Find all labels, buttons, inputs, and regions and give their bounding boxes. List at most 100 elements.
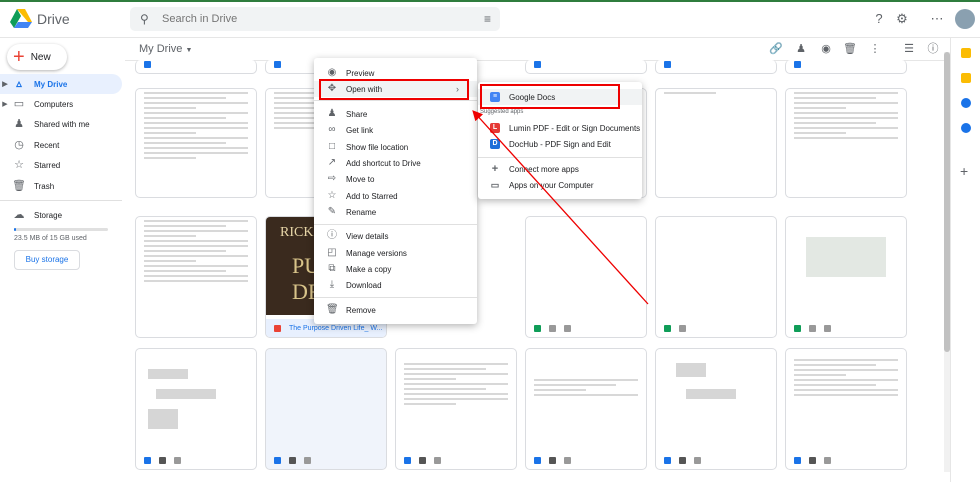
new-button-label: New <box>30 51 51 63</box>
help-icon[interactable]: ? <box>871 11 887 27</box>
sidebar-item-label: Recent <box>34 140 60 150</box>
apps-grid-icon[interactable]: ⋯ <box>929 11 945 27</box>
suggested-apps-label: Suggested apps <box>480 109 524 115</box>
menu-item-move-to[interactable]: ⇨ Move to <box>314 171 477 187</box>
menu-item-label: Rename <box>346 207 377 217</box>
file-card[interactable] <box>785 88 907 198</box>
top-accent-line <box>0 0 980 2</box>
submenu-item-label: Connect more apps <box>509 164 579 174</box>
search-box[interactable]: ⚲ ≡ <box>130 7 500 31</box>
menu-divider <box>314 100 477 101</box>
menu-item-label: Show file location <box>346 142 409 152</box>
submenu-divider <box>478 157 642 158</box>
sidebar-divider <box>0 200 122 201</box>
link-icon[interactable]: 🔗 <box>769 42 783 56</box>
sidebar-item-shared[interactable]: ♟ Shared with me <box>0 114 122 134</box>
search-options-icon[interactable]: ≡ <box>484 12 491 26</box>
menu-item-rename[interactable]: ✎ Rename <box>314 204 477 220</box>
search-input[interactable] <box>162 13 462 25</box>
eye-icon: ◉ <box>327 67 337 78</box>
settings-gear-icon[interactable]: ⚙ <box>894 11 910 27</box>
file-card[interactable] <box>655 60 777 74</box>
menu-item-download[interactable]: ⤓ Download <box>314 277 477 293</box>
menu-item-make-copy[interactable]: ⧉ Make a copy <box>314 261 477 277</box>
calendar-icon[interactable] <box>961 48 971 58</box>
chevron-down-icon: ▼ <box>185 47 193 54</box>
storage-used-text: 23.5 MB of 15 GB used <box>14 235 87 242</box>
breadcrumb[interactable]: My Drive ▼ <box>139 43 192 55</box>
file-card[interactable] <box>525 60 647 74</box>
drive-logo[interactable]: Drive <box>10 9 70 29</box>
storage-bar-fill <box>14 228 16 231</box>
more-vertical-icon[interactable]: ⋮ <box>868 42 882 56</box>
sidebar-item-label: Computers <box>34 99 74 109</box>
submenu-item-apps-on-computer[interactable]: ▭ Apps on your Computer <box>478 177 642 193</box>
submenu-item-lumin-pdf[interactable]: L Lumin PDF - Edit or Sign Documents <box>478 120 642 136</box>
trash-icon: 🗑 <box>12 180 26 192</box>
cloud-icon: ☁ <box>13 209 25 221</box>
drive-icon: ▵ <box>16 78 22 90</box>
copy-icon: ⧉ <box>328 263 336 274</box>
file-card[interactable] <box>525 348 647 470</box>
file-card[interactable] <box>395 348 517 470</box>
submenu-item-dochub[interactable]: D DocHub - PDF Sign and Edit <box>478 136 642 152</box>
shortcut-icon: ↗ <box>327 157 337 168</box>
search-icon[interactable]: ⚲ <box>140 12 154 26</box>
trash-icon[interactable]: 🗑 <box>843 42 857 56</box>
menu-item-label: View details <box>346 231 389 241</box>
list-view-icon[interactable]: ☰ <box>902 42 916 56</box>
menu-item-share[interactable]: ♟ Share <box>314 106 477 122</box>
sidebar-item-recent[interactable]: ◷ Recent <box>0 135 122 155</box>
file-card[interactable] <box>655 216 777 338</box>
sidebar-item-computers[interactable]: ▶ ▭ Computers <box>0 94 122 114</box>
info-icon: ⓘ <box>327 230 337 241</box>
dochub-icon: D <box>490 139 500 149</box>
expand-arrow-icon[interactable]: ▶ <box>0 80 10 88</box>
sidebar-item-trash[interactable]: 🗑 Trash <box>0 176 122 196</box>
submenu-item-connect-more-apps[interactable]: + Connect more apps <box>478 161 642 177</box>
expand-arrow-icon[interactable]: ▶ <box>0 100 10 108</box>
menu-item-manage-versions[interactable]: ◰ Manage versions <box>314 245 477 261</box>
buy-storage-button[interactable]: Buy storage <box>14 250 80 270</box>
file-card[interactable] <box>135 88 257 198</box>
sidebar-item-label: My Drive <box>34 79 68 89</box>
file-card[interactable] <box>785 216 907 338</box>
menu-item-view-details[interactable]: ⓘ View details <box>314 228 477 244</box>
menu-item-add-shortcut[interactable]: ↗ Add shortcut to Drive <box>314 155 477 171</box>
sidebar-item-storage[interactable]: ☁ Storage <box>0 205 122 225</box>
sidebar-item-starred[interactable]: ☆ Starred <box>0 155 122 175</box>
file-card[interactable] <box>525 216 647 338</box>
file-card[interactable] <box>785 60 907 74</box>
sidebar-item-my-drive[interactable]: ▶ ▵ My Drive <box>0 74 122 94</box>
menu-item-label: Make a copy <box>346 264 392 274</box>
add-addon-icon[interactable]: + <box>960 164 970 178</box>
star-icon: ☆ <box>327 190 337 201</box>
file-card[interactable] <box>135 216 257 338</box>
sidebar: + New ▶ ▵ My Drive ▶ ▭ Computers ♟ Share… <box>0 38 125 482</box>
new-button[interactable]: + New <box>7 44 67 70</box>
menu-item-label: Add shortcut to Drive <box>346 158 421 168</box>
person-add-icon[interactable]: ♟ <box>794 42 808 56</box>
file-card[interactable] <box>265 348 387 470</box>
keep-icon[interactable] <box>961 73 971 83</box>
file-card[interactable] <box>135 348 257 470</box>
menu-item-label: Add to Starred <box>346 191 398 201</box>
menu-item-label: Share <box>346 109 368 119</box>
pencil-icon: ✎ <box>327 206 337 217</box>
avatar[interactable] <box>955 9 975 29</box>
file-card[interactable] <box>655 348 777 470</box>
info-icon[interactable]: ⓘ <box>926 42 940 56</box>
menu-item-remove[interactable]: 🗑 Remove <box>314 302 477 318</box>
storage-bar <box>14 228 108 231</box>
contacts-icon[interactable] <box>961 123 971 133</box>
file-card[interactable] <box>785 348 907 470</box>
file-card[interactable] <box>655 88 777 198</box>
eye-icon[interactable]: ◉ <box>819 42 833 56</box>
menu-item-add-to-starred[interactable]: ☆ Add to Starred <box>314 188 477 204</box>
tasks-icon[interactable] <box>961 98 971 108</box>
menu-item-show-file-location[interactable]: □ Show file location <box>314 139 477 155</box>
menu-item-get-link[interactable]: ∞ Get link <box>314 122 477 138</box>
file-card[interactable] <box>135 60 257 74</box>
highlight-box-google-docs <box>480 84 620 109</box>
link-icon: ∞ <box>328 124 336 135</box>
